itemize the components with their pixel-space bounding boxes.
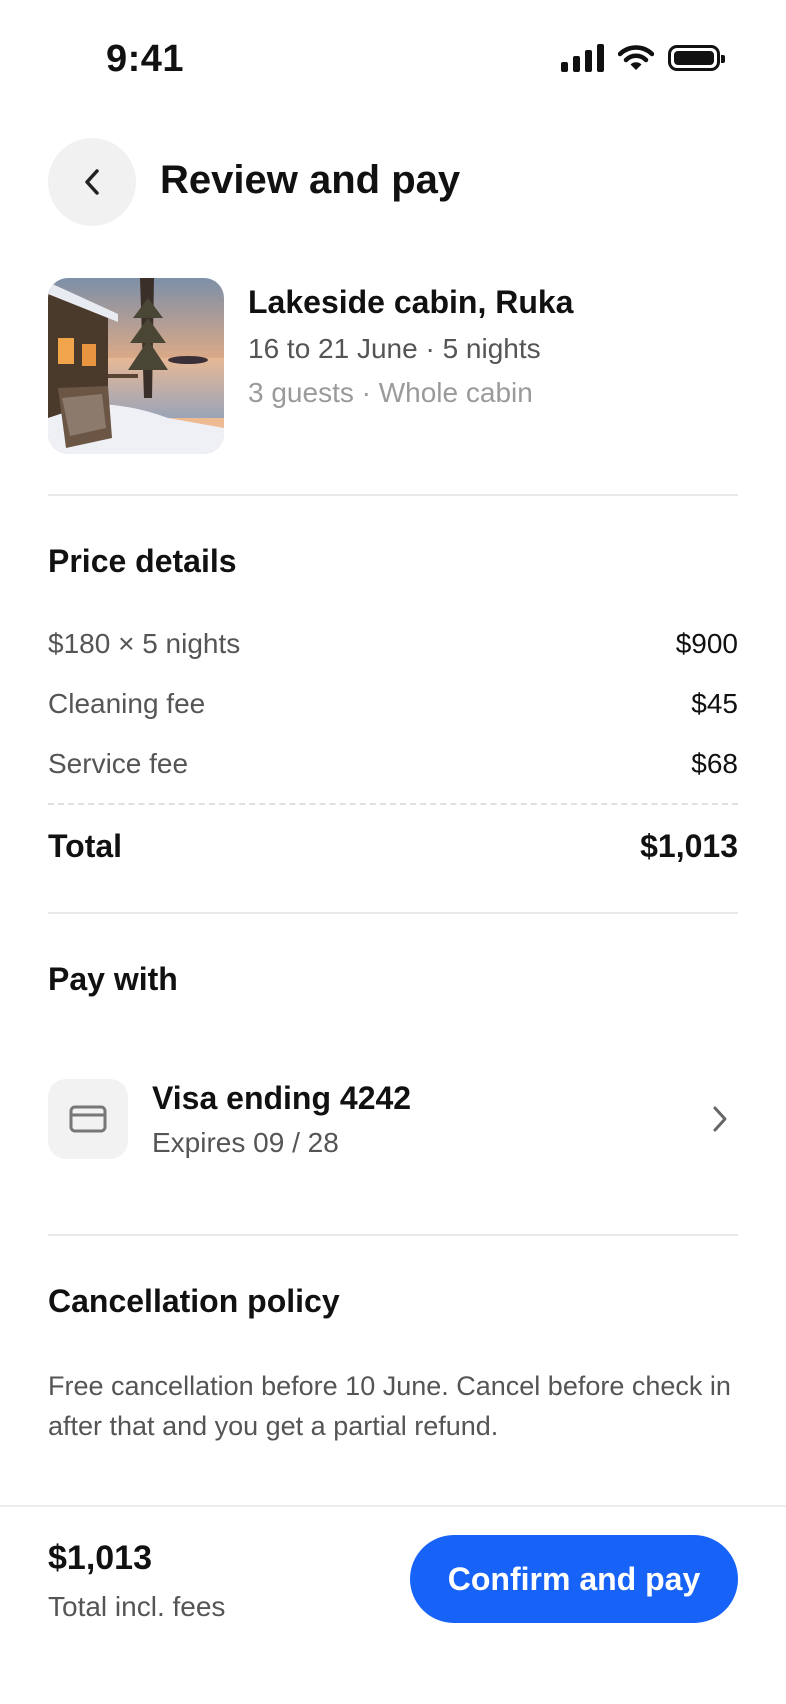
- status-time: 9:41: [106, 38, 185, 80]
- status-icons: [561, 44, 725, 72]
- cancellation-policy-title: Cancellation policy: [48, 1283, 340, 1319]
- confirm-and-pay-button[interactable]: Confirm and pay: [410, 1535, 738, 1623]
- listing-dates: 16 to 21 June · 5 nights: [248, 333, 541, 364]
- price-row-label: Cleaning fee: [48, 688, 206, 719]
- price-row-value: $45: [691, 688, 738, 719]
- listing-guests: 3 guests · Whole cabin: [248, 377, 533, 408]
- cancellation-policy-text: Free cancellation before 10 June. Cancel…: [48, 1371, 731, 1441]
- total-value: $1,013: [640, 828, 738, 864]
- card-name: Visa ending 4242: [152, 1079, 412, 1116]
- dashed-divider: [48, 803, 738, 805]
- signal-icon: [561, 44, 604, 72]
- wifi-icon: [618, 45, 654, 70]
- price-row-nights: $180 × 5 nights $900: [48, 628, 738, 660]
- back-button[interactable]: [48, 138, 136, 226]
- divider: [48, 1234, 738, 1236]
- listing-title: Lakeside cabin, Ruka: [248, 284, 574, 320]
- price-row-value: $900: [675, 628, 738, 659]
- price-details-title: Price details: [48, 543, 237, 579]
- price-row-service-fee: Service fee $68: [48, 748, 738, 780]
- card-tile: [48, 1079, 128, 1159]
- card-text: Visa ending 4242 Expires 09 / 28: [152, 1080, 710, 1159]
- total-row: Total $1,013: [48, 828, 738, 865]
- status-bar: 9:41: [0, 0, 786, 120]
- chevron-left-icon: [85, 169, 99, 195]
- pay-with-title: Pay with: [48, 961, 178, 997]
- price-row-cleaning-fee: Cleaning fee $45: [48, 688, 738, 720]
- divider: [48, 912, 738, 914]
- divider: [48, 494, 738, 496]
- bottom-total-caption: Total incl. fees: [48, 1591, 226, 1622]
- card-expiry: Expires 09 / 28: [152, 1126, 339, 1158]
- bottom-bar: $1,013 Total incl. fees Confirm and pay: [0, 1505, 786, 1704]
- listing-photo: [48, 278, 224, 454]
- total-label: Total: [48, 828, 123, 864]
- payment-method-row[interactable]: Visa ending 4242 Expires 09 / 28: [48, 1070, 738, 1168]
- price-row-label: Service fee: [48, 748, 189, 779]
- bottom-total-price: $1,013: [48, 1539, 152, 1577]
- chevron-right-icon: [713, 1106, 727, 1132]
- review-and-pay-screen: 9:41 Review and pay Lakeside cabin, Ruka…: [0, 0, 786, 1704]
- price-row-value: $68: [691, 748, 738, 779]
- battery-icon: [668, 45, 725, 71]
- price-row-label: $180 × 5 nights: [48, 628, 241, 659]
- credit-card-icon: [69, 1105, 107, 1133]
- page-title: Review and pay: [160, 158, 461, 202]
